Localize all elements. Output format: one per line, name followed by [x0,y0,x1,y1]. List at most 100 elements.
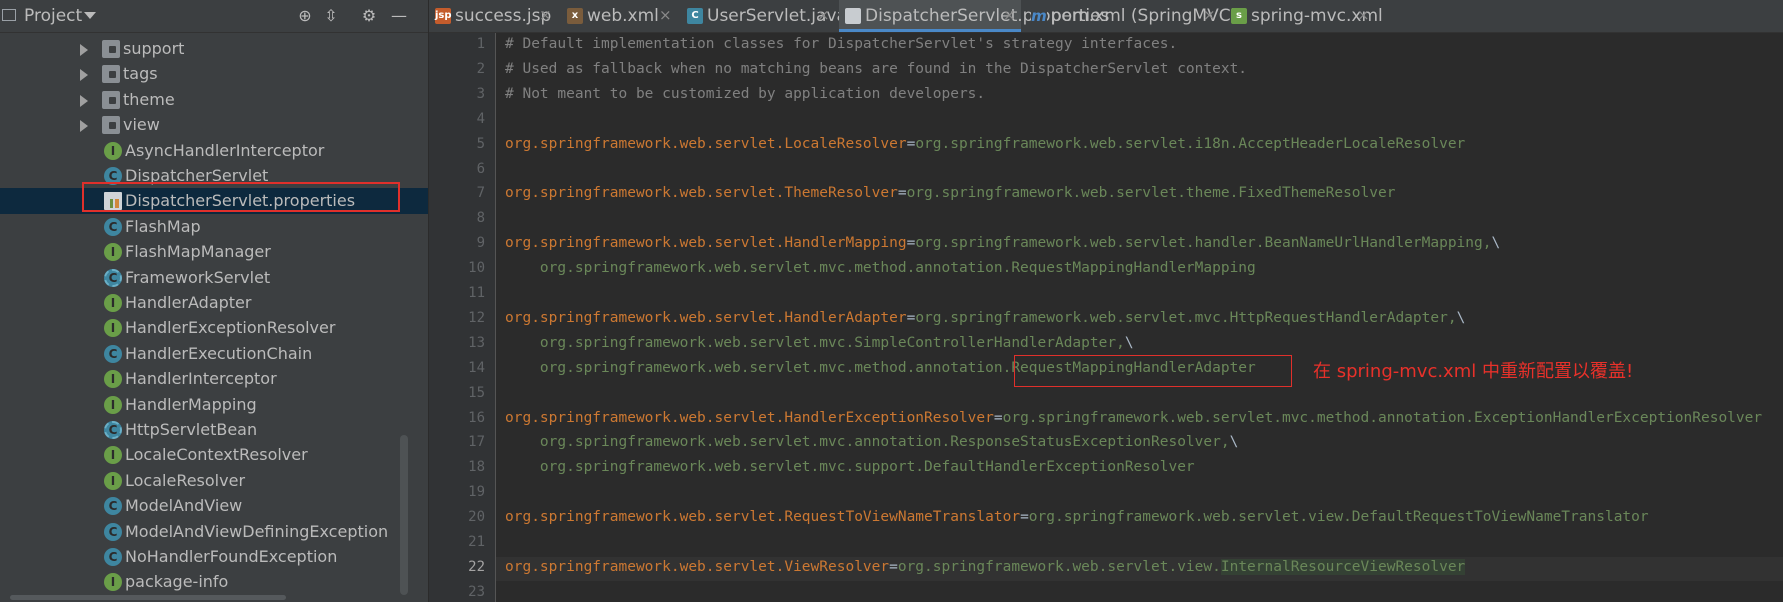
collapse-all-icon[interactable]: ⇳ [320,5,342,27]
code-separator: \ [1229,434,1239,450]
tree-item-label: tags [123,64,158,83]
code-line[interactable]: # Used as fallback when no matching bean… [505,61,1247,77]
tree-item-label: FlashMapManager [125,242,271,261]
line-number: 5 [476,136,485,152]
tree-item-label: ModelAndView [125,496,243,515]
code-separator: = [993,410,1003,426]
gear-icon[interactable]: ⚙ [358,5,380,27]
window-icon [2,9,16,21]
line-number: 9 [476,235,485,251]
locate-icon[interactable]: ⊕ [294,5,316,27]
code-line[interactable]: org.springframework.web.servlet.mvc.Simp… [505,335,1134,351]
code-comment: # Not meant to be customized by applicat… [505,86,986,102]
class-icon: C [104,497,122,515]
horizontal-scrollbar[interactable] [10,595,286,600]
tree-file-item[interactable]: I HandlerMapping [0,392,428,418]
expand-arrow-icon[interactable] [80,69,88,81]
code-line[interactable]: org.springframework.web.servlet.mvc.supp… [505,459,1195,475]
tree-item-label: ModelAndViewDefiningException [125,522,389,541]
property-key: org.springframework.web.servlet.HandlerM… [505,235,907,251]
line-number: 22 [468,559,485,575]
expand-arrow-icon[interactable] [80,44,88,56]
class-icon: C [104,523,122,541]
property-value: org.springframework.web.servlet.mvc.anno… [505,434,1230,450]
editor-tab[interactable]: m pom.xml (SpringMVC) × [1025,0,1237,32]
code-line[interactable]: # Default implementation classes for Dis… [505,36,1177,52]
tab-label: success.jsp [455,6,552,26]
tree-file-item[interactable]: C HandlerExecutionChain [0,341,428,367]
code-line[interactable]: org.springframework.web.servlet.ThemeRes… [505,185,1395,201]
chevron-down-icon[interactable] [84,12,96,19]
project-panel-title[interactable]: Project [24,6,82,26]
highlight-box-request-mapping-handler-adapter [1014,355,1292,387]
code-separator: \ [1124,335,1134,351]
editor-tab[interactable]: C UserServlet.java × [681,0,847,32]
line-number: 8 [476,210,485,226]
tree-file-item[interactable]: C FrameworkServlet [0,265,428,291]
close-icon[interactable]: × [1203,6,1216,24]
editor-tab[interactable]: DispatcherServlet.properties × [839,0,1109,32]
tree-file-item[interactable]: I LocaleContextResolver [0,442,428,468]
code-line[interactable]: org.springframework.web.servlet.HandlerM… [505,235,1500,251]
expand-arrow-icon[interactable] [80,95,88,107]
code-line[interactable]: org.springframework.web.servlet.HandlerE… [505,410,1762,426]
code-separator: = [906,235,916,251]
jsp-file-icon: jsp [435,8,452,24]
editor-tabs: jsp success.jsp × x web.xml × C UserServlet.jav… [429,0,1783,33]
line-number: 16 [468,410,485,426]
line-number: 12 [468,310,485,326]
line-number: 6 [476,161,485,177]
code-line[interactable]: org.springframework.web.servlet.LocaleRe… [505,136,1465,152]
code-line[interactable]: org.springframework.web.servlet.ViewReso… [505,559,1466,575]
properties-file-icon [845,8,861,24]
tree-folder-item[interactable]: theme [0,87,428,113]
tree-item-label: HttpServletBean [125,420,258,439]
close-icon[interactable]: × [1003,6,1016,24]
tree-file-item[interactable]: I LocaleResolver [0,468,428,494]
code-line[interactable]: org.springframework.web.servlet.mvc.meth… [505,260,1256,276]
tree-file-item[interactable]: Ipackage-info [0,569,428,595]
close-icon[interactable]: × [1357,6,1370,24]
tree-file-item[interactable]: C HttpServletBean [0,417,428,443]
line-number-gutter: 1 2 3 4 5 6 7 8 9 10 11 12 13 14 15 16 17 18 19 20 21 22 23 [429,33,496,602]
tree-file-item[interactable]: C ModelAndViewDefiningException [0,519,428,545]
code-line[interactable]: org.springframework.web.servlet.RequestT… [505,509,1649,525]
editor-tab[interactable]: jsp success.jsp × [429,0,557,32]
code-separator: = [906,136,916,152]
code-line[interactable]: org.springframework.web.servlet.mvc.anno… [505,434,1238,450]
tree-file-item[interactable]: I HandlerAdapter [0,290,428,316]
tree-item-label: FlashMap [125,217,201,236]
close-icon[interactable]: × [539,6,552,24]
code-editor[interactable]: # Default implementation classes for Dis… [496,33,1783,602]
property-value: org.springframework.web.servlet.handler.… [915,235,1492,251]
line-number: 11 [468,285,485,301]
tab-label: web.xml [587,6,659,26]
line-number: 15 [468,385,485,401]
close-icon[interactable]: × [659,6,672,24]
editor-tab[interactable]: x web.xml × [561,0,677,32]
tree-file-item[interactable]: C NoHandlerFoundException [0,544,428,570]
code-line[interactable]: # Not meant to be customized by applicat… [505,86,985,102]
tree-file-item[interactable]: C FlashMap [0,214,428,240]
line-number: 2 [476,61,485,77]
vertical-scrollbar[interactable] [400,435,408,595]
tree-item-label: package-info [125,572,229,591]
tree-folder-item[interactable]: support [0,36,428,62]
tree-folder-item[interactable]: tags [0,61,428,87]
minimize-icon[interactable]: — [388,5,410,27]
close-icon[interactable]: × [817,6,830,24]
tree-file-item[interactable]: C ModelAndView [0,493,428,519]
tree-file-item[interactable]: I HandlerExceptionResolver [0,315,428,341]
tree-file-item[interactable]: I AsyncHandlerInterceptor [0,138,428,164]
expand-arrow-icon[interactable] [80,120,88,132]
code-comment: # Used as fallback when no matching bean… [505,61,1248,77]
editor-tab[interactable]: s spring-mvc.xml × [1225,0,1383,32]
interface-icon: I [104,294,122,312]
line-number: 7 [476,185,485,201]
tree-file-item[interactable]: I HandlerInterceptor [0,366,428,392]
tree-file-item[interactable]: I FlashMapManager [0,239,428,265]
property-value: org.springframework.web.servlet.mvc.meth… [505,260,1256,276]
tree-folder-item[interactable]: view [0,112,428,138]
property-key: org.springframework.web.servlet.LocaleRe… [505,136,907,152]
code-line[interactable]: org.springframework.web.servlet.HandlerA… [505,310,1465,326]
